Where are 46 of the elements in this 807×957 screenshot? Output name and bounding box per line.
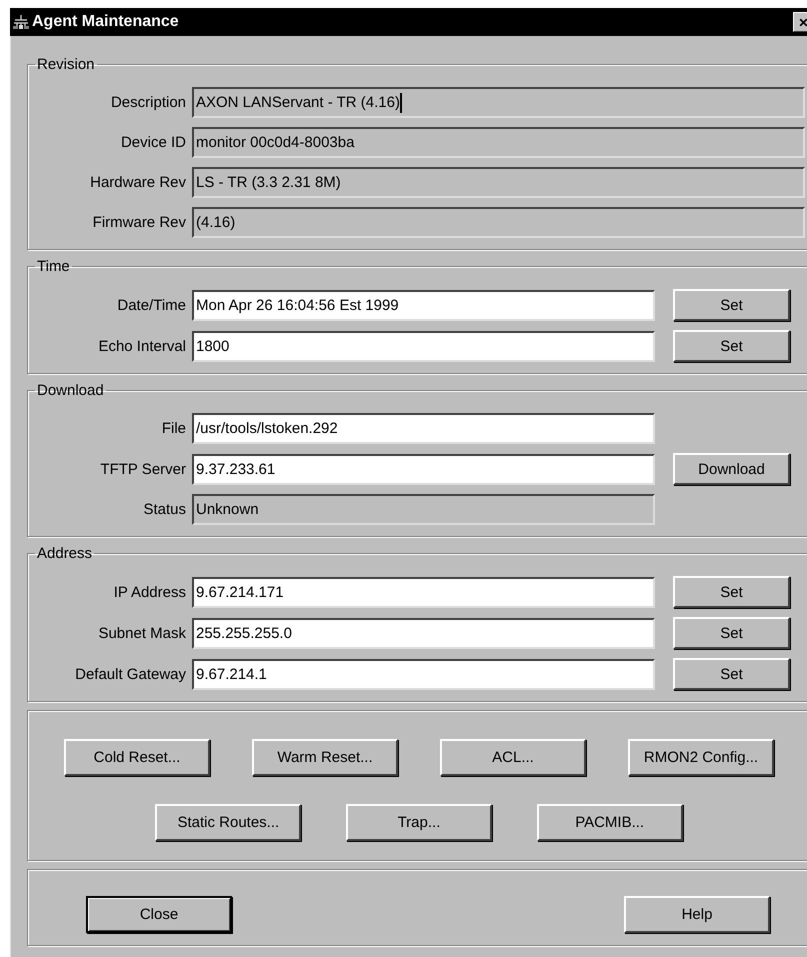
input-field: (4.16) [192,207,805,238]
input-field[interactable]: /usr/tools/lstoken.292 [192,413,655,444]
window-title: Agent Maintenance [32,13,180,31]
input-field: LS - TR (3.3 2.31 8M) [192,167,805,198]
set-button[interactable]: Set [673,330,790,362]
field-label: Status [142,501,186,518]
field-label: Default Gateway [74,666,186,682]
field-label: Device ID [120,134,186,151]
action-button[interactable]: Static Routes... [155,804,302,841]
network-icon [12,14,30,30]
field-label: IP Address [112,584,186,600]
field-label: Echo Interval [97,338,186,354]
action-button[interactable]: Trap... [346,804,492,841]
input-field[interactable]: 9.37.233.61 [192,454,655,484]
action-button[interactable]: Warm Reset... [252,739,398,776]
input-field[interactable]: Mon Apr 26 16:04:56 Est 1999 [192,290,655,320]
group-title: Time [36,258,71,275]
group-title: Download [36,382,105,399]
close-icon [798,16,807,28]
field-label: File [160,420,186,437]
input-field[interactable]: 255.255.255.0 [192,618,655,648]
action-button[interactable]: RMON2 Config... [628,739,774,776]
dialog-button[interactable]: Close [86,896,232,933]
dialog-button[interactable]: Help [624,896,770,933]
input-field: AXON LANServant - TR (4.16) [192,87,805,118]
field-label: Subnet Mask [97,624,186,642]
input-field[interactable]: 1800 [192,330,655,362]
action-button[interactable]: ACL... [440,739,586,776]
set-button[interactable]: Set [673,576,790,608]
group-title: Address [36,545,94,562]
field-label: Date/Time [116,296,186,314]
set-button[interactable]: Set [673,617,790,649]
field-label: Hardware Rev [89,174,186,191]
field-label: Firmware Rev [92,214,186,231]
set-button[interactable]: Download [673,453,790,485]
input-field[interactable]: 9.67.214.171 [192,576,655,608]
set-button[interactable]: Set [673,658,790,690]
field-label: Description [110,94,186,111]
set-button[interactable]: Set [673,289,790,321]
action-button[interactable]: PACMIB... [536,804,683,841]
input-field: Unknown [192,494,655,525]
field-label: TFTP Server [99,460,186,478]
action-button[interactable]: Cold Reset... [64,739,210,776]
group-title: Revision [36,56,96,73]
input-field: monitor 00c0d4-8003ba [192,127,805,158]
input-field[interactable]: 9.67.214.1 [192,658,655,690]
